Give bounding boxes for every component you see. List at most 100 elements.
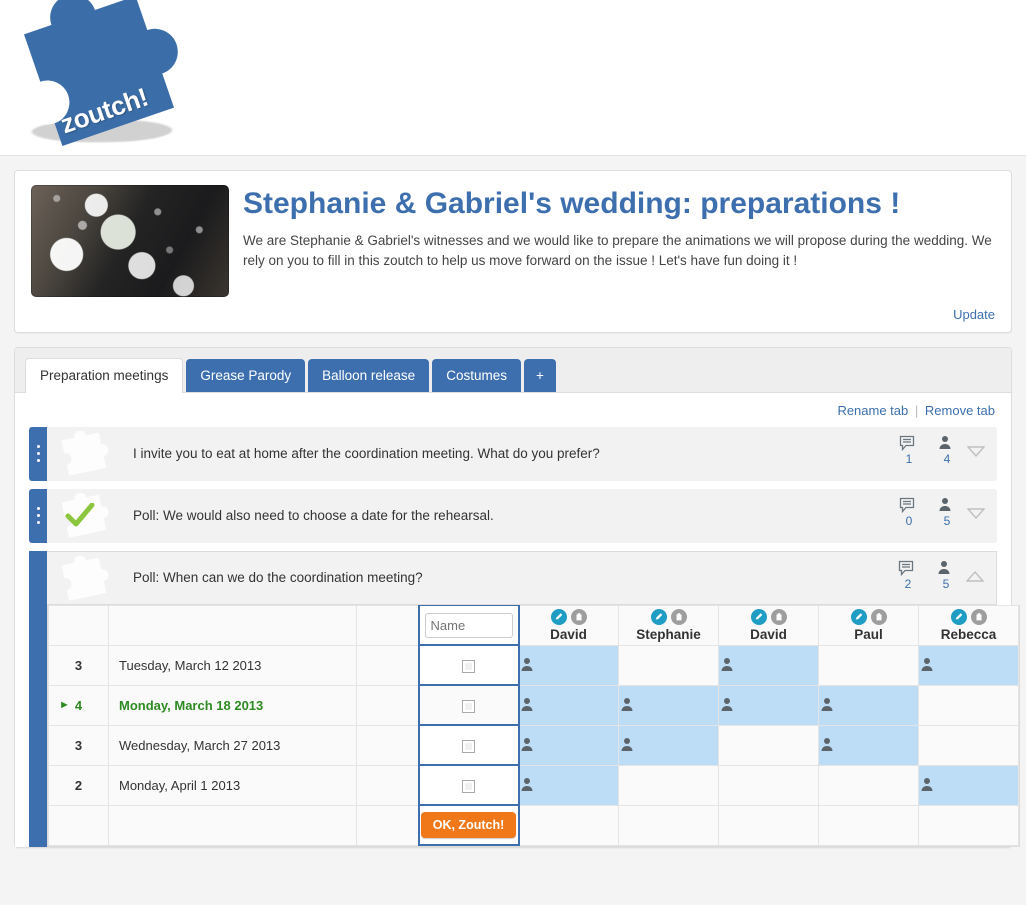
comment-icon (899, 497, 919, 513)
edit-icon[interactable] (950, 608, 967, 625)
submit-vote-button[interactable]: OK, Zoutch! (420, 812, 517, 839)
participant-name: Stephanie (636, 626, 701, 642)
table-row: 2 Monday, April 1 2013 (48, 764, 1019, 807)
tab-actions-separator: | (914, 402, 919, 418)
poll-side-bar (29, 604, 47, 847)
table-row-winner: ► 4 Monday, March 18 2013 (48, 684, 1019, 727)
vote-checkbox[interactable] (462, 699, 475, 713)
person-icon (937, 497, 957, 513)
trash-icon[interactable] (570, 608, 587, 625)
my-vote-cell[interactable] (417, 684, 520, 727)
poll-item[interactable]: Poll: We would also need to choose a dat… (29, 488, 997, 543)
header-spacer-cell (356, 604, 419, 646)
table-header-row: David (48, 604, 1019, 647)
spacer-cell (356, 764, 419, 806)
participant-column-header: Rebecca (918, 604, 1019, 646)
my-vote-cell[interactable] (417, 644, 520, 687)
comment-count-value: 1 (905, 451, 913, 466)
footer-rank-cell (48, 804, 109, 846)
edit-icon[interactable] (650, 608, 667, 625)
participant-column-header: David (518, 604, 619, 646)
option-date: Monday, April 1 2013 (108, 764, 357, 806)
participant-column-header: Paul (818, 604, 919, 646)
tab-costumes[interactable]: Costumes (432, 359, 521, 392)
answered-check-icon (65, 502, 95, 529)
footer-date-cell (108, 804, 357, 846)
poll-item-expanded[interactable]: Poll: When can we do the coordination me… (29, 550, 1020, 847)
vote-count: 3 (48, 644, 109, 686)
spacer-cell (356, 644, 419, 686)
participant-count: 5 (937, 497, 957, 528)
puzzle-watermark-icon (49, 555, 111, 604)
vote-cell (618, 724, 719, 766)
chevron-up-icon[interactable] (966, 570, 984, 582)
poll-item[interactable]: I invite you to eat at home after the co… (29, 426, 997, 481)
tab-grease-parody[interactable]: Grease Parody (186, 359, 306, 392)
poll-table-container: David (47, 604, 1020, 847)
add-tab-button[interactable]: + (523, 359, 556, 392)
tab-balloon-release[interactable]: Balloon release (308, 359, 430, 392)
table-row: 3 Wednesday, March 27 2013 (48, 724, 1019, 767)
comment-count: 2 (898, 560, 918, 591)
site-header: zoutch! (0, 0, 1026, 155)
vote-checkbox[interactable] (462, 739, 475, 753)
zoutch-logo[interactable]: zoutch! (18, 0, 198, 154)
vote-cell (618, 644, 719, 686)
vote-cell (518, 684, 619, 726)
vote-cell (518, 644, 619, 686)
footer-cell (718, 804, 819, 846)
drag-handle[interactable] (29, 550, 47, 605)
name-input[interactable] (424, 612, 513, 638)
vote-checkbox[interactable] (462, 779, 475, 793)
comment-count-value: 2 (904, 576, 912, 591)
drag-handle[interactable] (29, 488, 47, 543)
participant-count-value: 4 (943, 451, 951, 466)
option-date: Tuesday, March 12 2013 (108, 644, 357, 686)
participant-name: David (550, 626, 587, 642)
trash-icon[interactable] (870, 608, 887, 625)
vote-cell (818, 684, 919, 726)
rename-tab-link[interactable]: Rename tab (837, 403, 908, 418)
remove-tab-link[interactable]: Remove tab (925, 403, 995, 418)
edit-icon[interactable] (750, 608, 767, 625)
vote-cell (718, 764, 819, 806)
participant-column-header: David (718, 604, 819, 646)
my-vote-cell[interactable] (417, 724, 520, 767)
participant-count: 4 (937, 435, 957, 466)
edit-icon[interactable] (550, 608, 567, 625)
participant-count-value: 5 (943, 513, 951, 528)
update-link[interactable]: Update (953, 307, 995, 322)
vote-cell (518, 764, 619, 806)
chevron-down-icon[interactable] (967, 507, 985, 519)
vote-cell (918, 764, 1019, 806)
footer-cell (818, 804, 919, 846)
edit-icon[interactable] (850, 608, 867, 625)
project-description: We are Stephanie & Gabriel's witnesses a… (243, 232, 992, 268)
person-icon (936, 560, 956, 576)
participant-name: Paul (854, 626, 883, 642)
vote-cell (918, 724, 1019, 766)
footer-cell (918, 804, 1019, 846)
comment-icon (899, 435, 919, 451)
vote-cell (918, 684, 1019, 726)
my-vote-cell[interactable] (417, 764, 520, 807)
participant-count: 5 (936, 560, 956, 591)
tab-preparation-meetings[interactable]: Preparation meetings (25, 358, 184, 393)
vote-cell (818, 764, 919, 806)
table-row: 3 Tuesday, March 12 2013 (48, 644, 1019, 687)
vote-cell (718, 644, 819, 686)
vote-count-value: 4 (74, 697, 83, 713)
drag-handle[interactable] (29, 426, 47, 481)
footer-spacer-cell (356, 804, 419, 846)
participant-name: David (750, 626, 787, 642)
trash-icon[interactable] (970, 608, 987, 625)
comment-count: 1 (899, 435, 919, 466)
poll-title: Poll: We would also need to choose a dat… (133, 508, 494, 524)
poll-title: I invite you to eat at home after the co… (133, 446, 600, 462)
submit-cell: OK, Zoutch! (417, 804, 520, 847)
trash-icon[interactable] (770, 608, 787, 625)
chevron-down-icon[interactable] (967, 445, 985, 457)
trash-icon[interactable] (670, 608, 687, 625)
project-card: Stephanie & Gabriel's wedding: preparati… (14, 170, 1012, 333)
vote-checkbox[interactable] (462, 659, 475, 673)
